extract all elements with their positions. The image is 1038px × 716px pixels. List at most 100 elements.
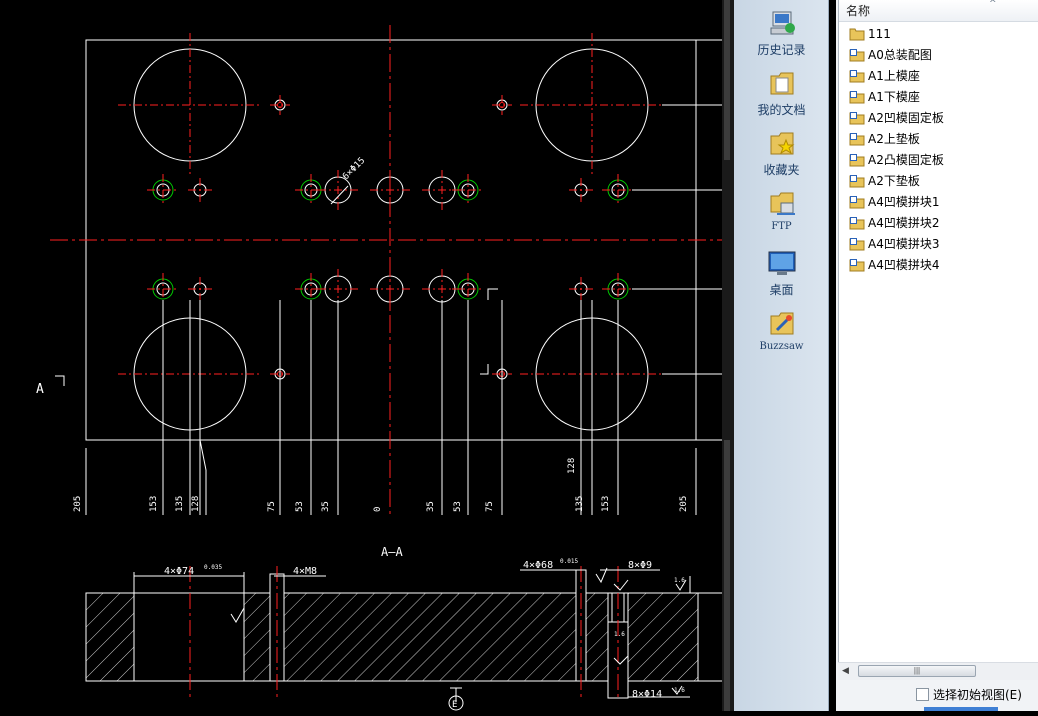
note-4x-phi74-tol: 0.035 xyxy=(204,564,222,571)
note-4x-phi74: 4×Φ74 xyxy=(164,566,194,577)
dimension-label: 75 xyxy=(485,501,495,512)
places-item-favorites[interactable]: 收藏夹 xyxy=(734,128,829,178)
places-label-my-documents: 我的文档 xyxy=(757,103,806,117)
dimension-label: 128 xyxy=(191,496,201,512)
places-label-history: 历史记录 xyxy=(757,43,806,57)
scrollbar-thumb[interactable]: ||| xyxy=(858,665,976,677)
file-name: A4凹模拼块2 xyxy=(868,216,940,230)
datum-marker: E xyxy=(452,700,457,710)
drawing-canvas: 6×Φ15 A 205 153 135 128 75 53 35 0 35 53 75 135 153 2… xyxy=(36,25,722,711)
places-label-ftp: FTP xyxy=(771,221,792,232)
sort-ascending-icon: ^ xyxy=(989,0,997,9)
note-8x-phi14: 8×Φ14 xyxy=(632,689,662,700)
dimension-label: 153 xyxy=(149,496,159,512)
horizontal-scrollbar[interactable]: ◀ ||| xyxy=(838,662,1038,680)
my-documents-icon xyxy=(770,72,793,95)
file-name: A2上垫板 xyxy=(868,132,920,146)
section-view: E 4×Φ74 0.035 4×M8 4×Φ68 0.015 8×Φ9 8×Φ1… xyxy=(85,558,722,711)
roughness-2: 1.6 xyxy=(674,687,685,694)
initial-view-label: 选择初始视图(E) xyxy=(933,688,1022,702)
dimension-label: 135 xyxy=(175,496,185,512)
file-list-item[interactable]: A4凹模拼块3 xyxy=(849,234,1029,255)
dimension-label: 205 xyxy=(73,496,83,512)
column-header-name[interactable]: 名称 ^ xyxy=(839,0,1038,22)
file-list-item[interactable]: A2凸模固定板 xyxy=(849,150,1029,171)
file-name: 111 xyxy=(868,27,891,41)
drawing-file-icon xyxy=(849,259,865,272)
file-name: A1下模座 xyxy=(868,90,920,104)
note-8x-phi9: 8×Φ9 xyxy=(628,560,652,571)
window-splitter[interactable] xyxy=(722,0,734,711)
places-label-favorites: 收藏夹 xyxy=(763,163,800,177)
places-item-ftp[interactable]: FTP xyxy=(734,188,829,232)
drawing-file-icon xyxy=(849,217,865,230)
dimension-label: 75 xyxy=(267,501,277,512)
favorites-icon xyxy=(770,132,794,155)
ftp-icon xyxy=(770,192,795,215)
note-4x-phi68: 4×Φ68 xyxy=(523,560,553,571)
file-list-item[interactable]: 111 xyxy=(849,24,1029,45)
places-label-buzzsaw: Buzzsaw xyxy=(759,341,804,352)
note-4x-phi68-tol: 0.015 xyxy=(560,558,578,565)
file-list-item[interactable]: A2上垫板 xyxy=(849,129,1029,150)
places-item-desktop[interactable]: 桌面 xyxy=(734,248,829,298)
section-view-marker: A xyxy=(36,382,44,397)
file-name: A2凹模固定板 xyxy=(868,111,944,125)
file-name: A1上模座 xyxy=(868,69,920,83)
file-list-item[interactable]: A0总装配图 xyxy=(849,45,1029,66)
initial-view-checkbox[interactable]: 选择初始视图(E) xyxy=(916,686,1022,703)
places-label-desktop: 桌面 xyxy=(769,283,794,297)
drawing-file-icon xyxy=(849,112,865,125)
dimension-label: 153 xyxy=(601,496,611,512)
file-name: A4凹模拼块1 xyxy=(868,195,940,209)
places-bar: 历史记录 我的文档 收藏夹 FTP 桌面 Buzzsaw xyxy=(734,0,829,711)
dim-128-right: 128 xyxy=(567,458,577,474)
file-list[interactable]: 名称 ^ 111 A0总装配图 A1上模座 A1下模座 A2凹模固定板 A2上垫… xyxy=(838,0,1038,680)
desktop-icon xyxy=(768,251,795,275)
dialog-button-edge[interactable] xyxy=(924,707,998,711)
hole-note-6x: 6×Φ15 xyxy=(341,156,367,182)
drawing-file-icon xyxy=(849,91,865,104)
places-item-history[interactable]: 历史记录 xyxy=(734,8,829,58)
dimension-label: 35 xyxy=(426,501,436,512)
drawing-file-icon xyxy=(849,238,865,251)
drawing-file-icon xyxy=(849,154,865,167)
file-list-item[interactable]: A1上模座 xyxy=(849,66,1029,87)
file-list-item[interactable]: A2凹模固定板 xyxy=(849,108,1029,129)
roughness-3: 1.6 xyxy=(614,631,625,638)
buzzsaw-icon xyxy=(770,312,793,335)
file-list-item[interactable]: A4凹模拼块2 xyxy=(849,213,1029,234)
cad-preview: 6×Φ15 A 205 153 135 128 75 53 35 0 35 53 75 135 153 2… xyxy=(0,0,722,711)
file-list-item[interactable]: A2下垫板 xyxy=(849,171,1029,192)
file-name: A4凹模拼块4 xyxy=(868,258,940,272)
note-4xm8: 4×M8 xyxy=(293,566,317,577)
file-list-item[interactable]: A4凹模拼块4 xyxy=(849,255,1029,276)
dimension-label: 53 xyxy=(295,501,305,512)
dimension-label: 35 xyxy=(321,501,331,512)
file-list-item[interactable]: A1下模座 xyxy=(849,87,1029,108)
places-item-buzzsaw[interactable]: Buzzsaw xyxy=(734,308,829,352)
drawing-file-icon xyxy=(849,196,865,209)
roughness-1: 1.6 xyxy=(674,577,685,584)
drawing-file-icon xyxy=(849,133,865,146)
column-header-label: 名称 xyxy=(846,4,871,18)
folder-icon xyxy=(849,28,865,41)
file-name: A4凹模拼块3 xyxy=(868,237,940,251)
scroll-left-arrow-icon[interactable]: ◀ xyxy=(842,665,849,676)
history-icon xyxy=(770,11,795,35)
file-name: A2凸模固定板 xyxy=(868,153,944,167)
dimension-label: 205 xyxy=(679,496,689,512)
dimension-label: 53 xyxy=(453,501,463,512)
file-name: A2下垫板 xyxy=(868,174,920,188)
drawing-file-icon xyxy=(849,49,865,62)
file-list-item[interactable]: A4凹模拼块1 xyxy=(849,192,1029,213)
file-name: A0总装配图 xyxy=(868,48,932,62)
drawing-file-icon xyxy=(849,70,865,83)
file-pane: 名称 ^ 111 A0总装配图 A1上模座 A1下模座 A2凹模固定板 A2上垫… xyxy=(836,0,1038,711)
dimension-label: 0 xyxy=(373,507,383,512)
plan-view: 6×Φ15 A 205 153 135 128 75 53 35 0 35 53 75 135 153 2… xyxy=(36,25,722,515)
drawing-file-icon xyxy=(849,175,865,188)
dimension-label: 135 xyxy=(575,496,585,512)
checkbox-box[interactable] xyxy=(916,688,929,701)
places-item-my-documents[interactable]: 我的文档 xyxy=(734,68,829,118)
